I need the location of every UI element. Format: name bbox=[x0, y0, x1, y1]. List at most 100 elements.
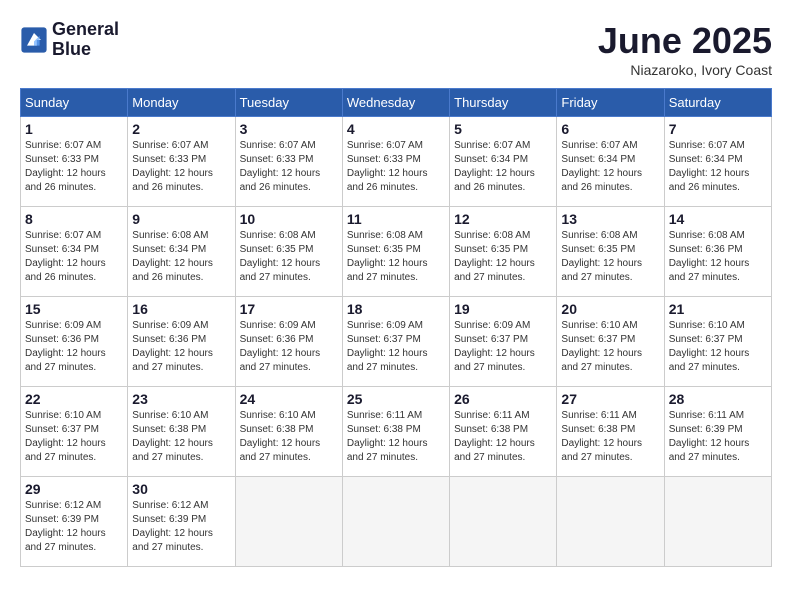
calendar-cell: 27 Sunrise: 6:11 AMSunset: 6:38 PMDayligh… bbox=[557, 387, 664, 477]
calendar-cell: 11 Sunrise: 6:08 AMSunset: 6:35 PMDayligh… bbox=[342, 207, 449, 297]
calendar-cell: 2Sunrise: 6:07 AMSunset: 6:33 PMDaylight… bbox=[128, 117, 235, 207]
day-number: 3 bbox=[240, 121, 338, 137]
calendar-cell: 19Sunrise: 6:09 AMSunset: 6:37 PMDayligh… bbox=[450, 297, 557, 387]
day-number: 9 bbox=[132, 211, 230, 227]
calendar-cell bbox=[664, 477, 771, 567]
day-header-saturday: Saturday bbox=[664, 89, 771, 117]
day-number: 2 bbox=[132, 121, 230, 137]
calendar-cell: 1 Sunrise: 6:07 AMSunset: 6:33 PMDaylight… bbox=[21, 117, 128, 207]
day-header-sunday: Sunday bbox=[21, 89, 128, 117]
calendar-cell: 16 Sunrise: 6:09 AMSunset: 6:36 PMDayligh… bbox=[128, 297, 235, 387]
day-info: Sunrise: 6:11 AMSunset: 6:38 PMDaylight:… bbox=[454, 409, 552, 465]
day-header-monday: Monday bbox=[128, 89, 235, 117]
location: Niazaroko, Ivory Coast bbox=[598, 62, 772, 78]
calendar-cell: 29 Sunrise: 6:12 AMSunset: 6:39 PMDayligh… bbox=[21, 477, 128, 567]
day-number: 15 bbox=[25, 301, 123, 317]
calendar-cell: 10Sunrise: 6:08 AMSunset: 6:35 PMDayligh… bbox=[235, 207, 342, 297]
day-info: Sunrise: 6:07 AMSunset: 6:34 PMDaylight:… bbox=[669, 139, 767, 195]
day-number: 30 bbox=[132, 481, 230, 497]
day-header-friday: Friday bbox=[557, 89, 664, 117]
day-number: 1 bbox=[25, 121, 123, 137]
day-number: 4 bbox=[347, 121, 445, 137]
day-number: 13 bbox=[561, 211, 659, 227]
day-info: Sunrise: 6:10 AMSunset: 6:37 PMDaylight:… bbox=[25, 409, 123, 465]
day-number: 5 bbox=[454, 121, 552, 137]
day-info: Sunrise: 6:07 AMSunset: 6:33 PMDaylight:… bbox=[347, 139, 445, 195]
day-number: 21 bbox=[669, 301, 767, 317]
calendar: SundayMondayTuesdayWednesdayThursdayFrid… bbox=[20, 88, 772, 567]
day-number: 19 bbox=[454, 301, 552, 317]
day-number: 26 bbox=[454, 391, 552, 407]
calendar-cell bbox=[342, 477, 449, 567]
day-number: 27 bbox=[561, 391, 659, 407]
day-info: Sunrise: 6:07 AMSunset: 6:34 PMDaylight:… bbox=[561, 139, 659, 195]
calendar-cell: 13 Sunrise: 6:08 AMSunset: 6:35 PMDayligh… bbox=[557, 207, 664, 297]
day-info: Sunrise: 6:09 AMSunset: 6:36 PMDaylight:… bbox=[132, 319, 230, 375]
month-title: June 2025 bbox=[598, 20, 772, 62]
day-info: Sunrise: 6:07 AMSunset: 6:33 PMDaylight:… bbox=[240, 139, 338, 195]
day-info: Sunrise: 6:10 AMSunset: 6:37 PMDaylight:… bbox=[669, 319, 767, 375]
day-info: Sunrise: 6:11 AMSunset: 6:38 PMDaylight:… bbox=[347, 409, 445, 465]
logo-line1: General bbox=[52, 20, 119, 40]
day-info: Sunrise: 6:08 AMSunset: 6:35 PMDaylight:… bbox=[454, 229, 552, 285]
day-info: Sunrise: 6:12 AMSunset: 6:39 PMDaylight:… bbox=[132, 499, 230, 555]
day-info: Sunrise: 6:08 AMSunset: 6:34 PMDaylight:… bbox=[132, 229, 230, 285]
day-info: Sunrise: 6:07 AMSunset: 6:33 PMDaylight:… bbox=[25, 139, 123, 195]
day-number: 20 bbox=[561, 301, 659, 317]
day-number: 22 bbox=[25, 391, 123, 407]
calendar-cell: 6 Sunrise: 6:07 AMSunset: 6:34 PMDaylight… bbox=[557, 117, 664, 207]
day-info: Sunrise: 6:09 AMSunset: 6:37 PMDaylight:… bbox=[347, 319, 445, 375]
day-info: Sunrise: 6:11 AMSunset: 6:39 PMDaylight:… bbox=[669, 409, 767, 465]
calendar-cell: 21 Sunrise: 6:10 AMSunset: 6:37 PMDayligh… bbox=[664, 297, 771, 387]
day-number: 11 bbox=[347, 211, 445, 227]
logo-text: General Blue bbox=[52, 20, 119, 60]
day-info: Sunrise: 6:08 AMSunset: 6:35 PMDaylight:… bbox=[347, 229, 445, 285]
day-info: Sunrise: 6:07 AMSunset: 6:34 PMDaylight:… bbox=[25, 229, 123, 285]
calendar-header-row: SundayMondayTuesdayWednesdayThursdayFrid… bbox=[21, 89, 772, 117]
day-number: 6 bbox=[561, 121, 659, 137]
calendar-week-row: 1 Sunrise: 6:07 AMSunset: 6:33 PMDaylight… bbox=[21, 117, 772, 207]
calendar-cell: 5 Sunrise: 6:07 AMSunset: 6:34 PMDaylight… bbox=[450, 117, 557, 207]
calendar-cell: 15 Sunrise: 6:09 AMSunset: 6:36 PMDayligh… bbox=[21, 297, 128, 387]
day-number: 7 bbox=[669, 121, 767, 137]
calendar-cell: 3 Sunrise: 6:07 AMSunset: 6:33 PMDaylight… bbox=[235, 117, 342, 207]
calendar-week-row: 8Sunrise: 6:07 AMSunset: 6:34 PMDaylight… bbox=[21, 207, 772, 297]
logo-line2: Blue bbox=[52, 40, 119, 60]
day-number: 24 bbox=[240, 391, 338, 407]
day-info: Sunrise: 6:12 AMSunset: 6:39 PMDaylight:… bbox=[25, 499, 123, 555]
day-number: 17 bbox=[240, 301, 338, 317]
logo-icon bbox=[20, 26, 48, 54]
calendar-cell: 12 Sunrise: 6:08 AMSunset: 6:35 PMDayligh… bbox=[450, 207, 557, 297]
calendar-cell: 25Sunrise: 6:11 AMSunset: 6:38 PMDayligh… bbox=[342, 387, 449, 477]
day-header-wednesday: Wednesday bbox=[342, 89, 449, 117]
calendar-cell: 7 Sunrise: 6:07 AMSunset: 6:34 PMDaylight… bbox=[664, 117, 771, 207]
calendar-cell: 20Sunrise: 6:10 AMSunset: 6:37 PMDayligh… bbox=[557, 297, 664, 387]
day-info: Sunrise: 6:09 AMSunset: 6:36 PMDaylight:… bbox=[25, 319, 123, 375]
calendar-cell: 24 Sunrise: 6:10 AMSunset: 6:38 PMDayligh… bbox=[235, 387, 342, 477]
day-info: Sunrise: 6:08 AMSunset: 6:35 PMDaylight:… bbox=[561, 229, 659, 285]
day-info: Sunrise: 6:09 AMSunset: 6:36 PMDaylight:… bbox=[240, 319, 338, 375]
day-info: Sunrise: 6:07 AMSunset: 6:34 PMDaylight:… bbox=[454, 139, 552, 195]
calendar-cell: 9 Sunrise: 6:08 AMSunset: 6:34 PMDaylight… bbox=[128, 207, 235, 297]
calendar-cell: 17 Sunrise: 6:09 AMSunset: 6:36 PMDayligh… bbox=[235, 297, 342, 387]
day-number: 14 bbox=[669, 211, 767, 227]
calendar-cell bbox=[557, 477, 664, 567]
header: General Blue June 2025 Niazaroko, Ivory … bbox=[20, 20, 772, 78]
day-number: 18 bbox=[347, 301, 445, 317]
calendar-cell: 18 Sunrise: 6:09 AMSunset: 6:37 PMDayligh… bbox=[342, 297, 449, 387]
day-number: 29 bbox=[25, 481, 123, 497]
day-number: 12 bbox=[454, 211, 552, 227]
calendar-week-row: 29 Sunrise: 6:12 AMSunset: 6:39 PMDayligh… bbox=[21, 477, 772, 567]
day-info: Sunrise: 6:11 AMSunset: 6:38 PMDaylight:… bbox=[561, 409, 659, 465]
day-info: Sunrise: 6:10 AMSunset: 6:38 PMDaylight:… bbox=[240, 409, 338, 465]
calendar-week-row: 15 Sunrise: 6:09 AMSunset: 6:36 PMDayligh… bbox=[21, 297, 772, 387]
calendar-cell: 14Sunrise: 6:08 AMSunset: 6:36 PMDayligh… bbox=[664, 207, 771, 297]
calendar-cell: 4 Sunrise: 6:07 AMSunset: 6:33 PMDaylight… bbox=[342, 117, 449, 207]
day-header-thursday: Thursday bbox=[450, 89, 557, 117]
title-area: June 2025 Niazaroko, Ivory Coast bbox=[598, 20, 772, 78]
day-number: 16 bbox=[132, 301, 230, 317]
calendar-cell: 8Sunrise: 6:07 AMSunset: 6:34 PMDaylight… bbox=[21, 207, 128, 297]
day-number: 10 bbox=[240, 211, 338, 227]
calendar-cell: 23Sunrise: 6:10 AMSunset: 6:38 PMDayligh… bbox=[128, 387, 235, 477]
day-info: Sunrise: 6:10 AMSunset: 6:38 PMDaylight:… bbox=[132, 409, 230, 465]
